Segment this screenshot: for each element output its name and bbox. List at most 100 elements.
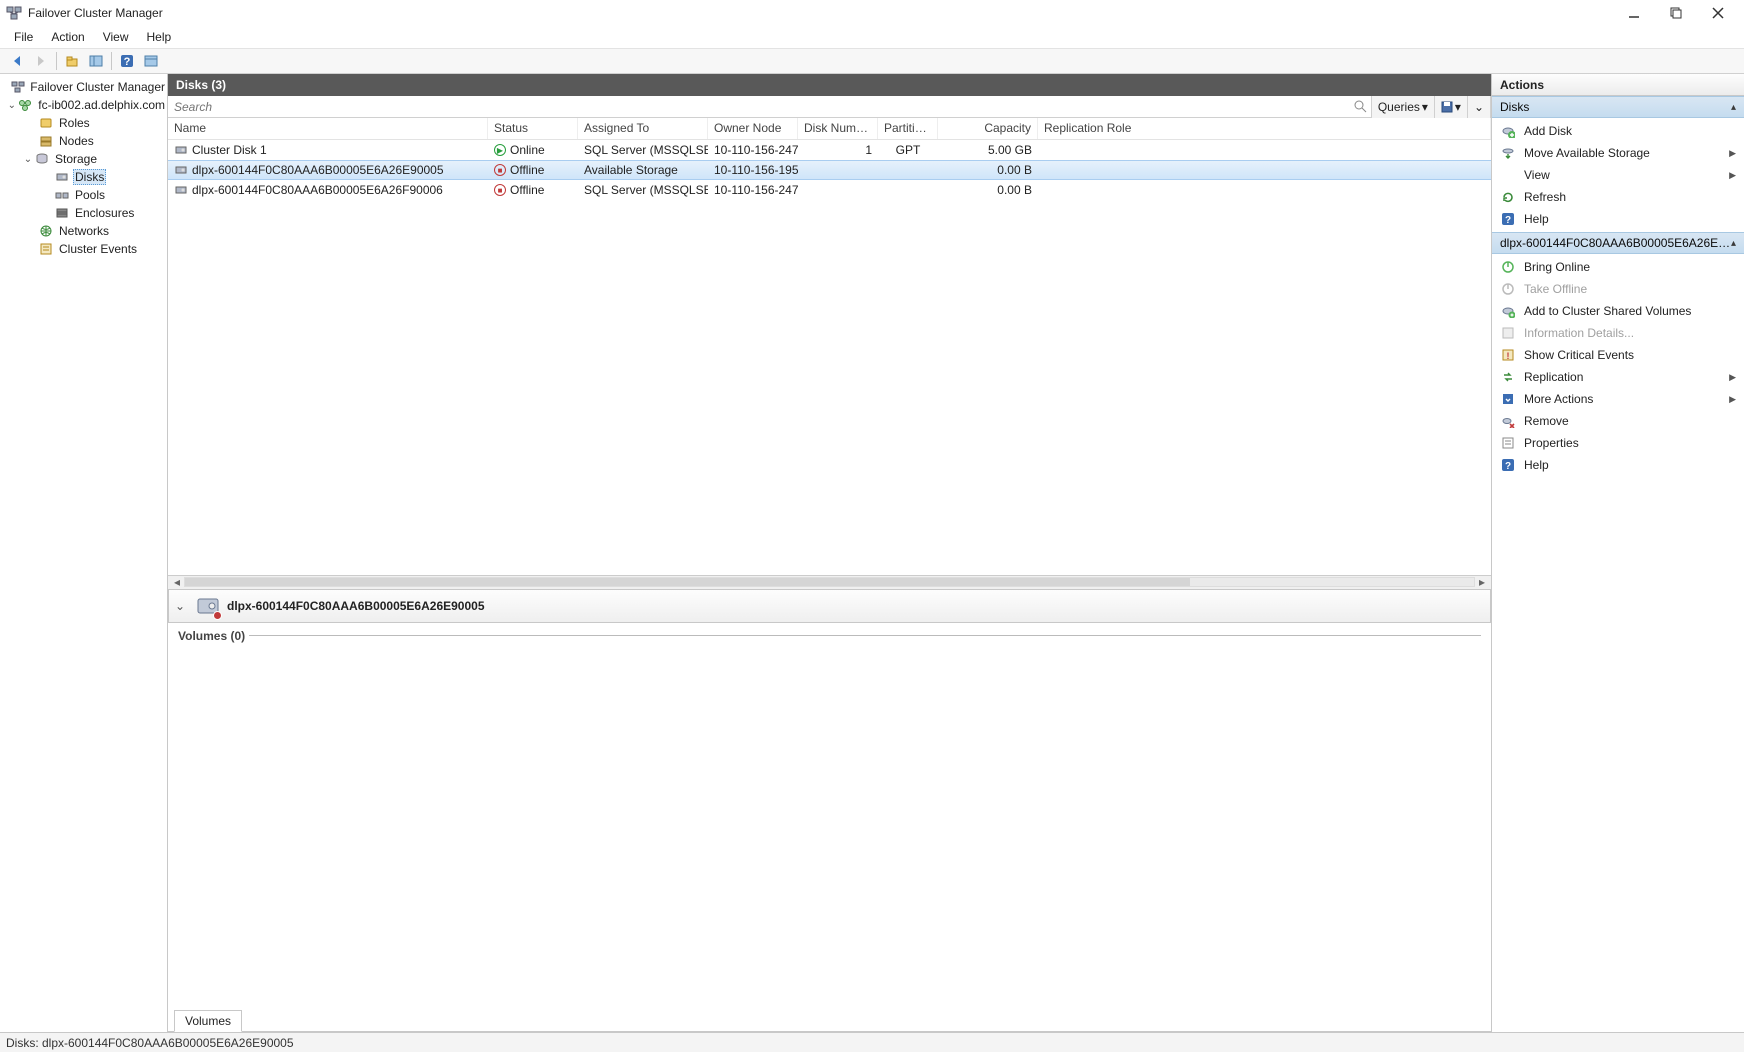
col-ps[interactable]: Partition Style bbox=[878, 118, 938, 139]
action-more-actions[interactable]: More Actions ▶ bbox=[1492, 388, 1744, 410]
cluster-manager-icon bbox=[11, 79, 25, 95]
tree-pane: Failover Cluster Manager ⌄ fc-ib002.ad.d… bbox=[0, 74, 168, 1032]
twisty-expanded-icon[interactable]: ⌄ bbox=[6, 100, 18, 111]
action-bring-online[interactable]: Bring Online bbox=[1492, 256, 1744, 278]
scroll-track[interactable] bbox=[184, 577, 1475, 587]
app-icon bbox=[6, 5, 22, 21]
action-view[interactable]: View ▶ bbox=[1492, 164, 1744, 186]
disk-row[interactable]: dlpx-600144F0C80AAA6B00005E6A26F90006■Of… bbox=[168, 180, 1491, 200]
center-pane: Disks (3) Queries ▾ ▾ ⌄ bbox=[168, 74, 1492, 1032]
action-remove[interactable]: Remove bbox=[1492, 410, 1744, 432]
tree-storage[interactable]: ⌄ Storage bbox=[0, 150, 167, 168]
actions-group-disks[interactable]: Disks ▴ bbox=[1492, 96, 1744, 118]
action-label: Remove bbox=[1524, 414, 1569, 428]
collapse-icon[interactable]: ▴ bbox=[1731, 238, 1736, 249]
assigned-cell: Available Storage bbox=[578, 163, 708, 177]
horizontal-scrollbar[interactable]: ◂ ▸ bbox=[168, 575, 1491, 589]
expand-query-button[interactable]: ⌄ bbox=[1468, 96, 1491, 118]
scroll-left-arrow[interactable]: ◂ bbox=[170, 575, 184, 589]
tree-label: Pools bbox=[73, 188, 107, 202]
back-button[interactable] bbox=[6, 50, 28, 72]
tree-networks[interactable]: Networks bbox=[0, 222, 167, 240]
disk-icon bbox=[174, 183, 188, 197]
window-title: Failover Cluster Manager bbox=[28, 6, 163, 20]
cluster-icon bbox=[18, 97, 34, 113]
tree-enclosures[interactable]: Enclosures bbox=[0, 204, 167, 222]
maximize-button[interactable] bbox=[1662, 3, 1690, 23]
actions-group-selected[interactable]: dlpx-600144F0C80AAA6B00005E6A26E90005 ▴ bbox=[1492, 232, 1744, 254]
col-status[interactable]: Status bbox=[488, 118, 578, 139]
col-capacity[interactable]: Capacity bbox=[938, 118, 1038, 139]
twisty-expanded-icon[interactable]: ⌄ bbox=[22, 154, 34, 165]
assigned-cell: SQL Server (MSSQLSERV... bbox=[578, 143, 708, 157]
chevron-down-icon[interactable]: ⌄ bbox=[175, 599, 189, 613]
action-label: Properties bbox=[1524, 436, 1579, 450]
collapse-icon[interactable]: ▴ bbox=[1731, 102, 1736, 113]
col-disknum[interactable]: Disk Number bbox=[798, 118, 878, 139]
tree-disks[interactable]: Disks bbox=[0, 168, 167, 186]
action-replication[interactable]: Replication ▶ bbox=[1492, 366, 1744, 388]
menu-file[interactable]: File bbox=[6, 28, 41, 46]
view-icon bbox=[1500, 167, 1516, 183]
action-move-storage[interactable]: Move Available Storage ▶ bbox=[1492, 142, 1744, 164]
tree-label: Networks bbox=[57, 224, 111, 238]
disk-row[interactable]: dlpx-600144F0C80AAA6B00005E6A26E90005■Of… bbox=[168, 160, 1491, 180]
action-show-critical-events[interactable]: ! Show Critical Events bbox=[1492, 344, 1744, 366]
up-button[interactable] bbox=[61, 50, 83, 72]
tree-roles[interactable]: Roles bbox=[0, 114, 167, 132]
menu-help[interactable]: Help bbox=[139, 28, 180, 46]
search-box bbox=[168, 97, 1371, 117]
col-name[interactable]: Name bbox=[168, 118, 488, 139]
add-csv-icon bbox=[1500, 303, 1516, 319]
queries-dropdown[interactable]: Queries ▾ bbox=[1372, 96, 1435, 118]
disk-icon bbox=[174, 163, 188, 177]
tree-cluster[interactable]: ⌄ fc-ib002.ad.delphix.com bbox=[0, 96, 167, 114]
main: Failover Cluster Manager ⌄ fc-ib002.ad.d… bbox=[0, 74, 1744, 1032]
disk-row[interactable]: Cluster Disk 1▶OnlineSQL Server (MSSQLSE… bbox=[168, 140, 1491, 160]
help-button[interactable]: ? bbox=[116, 50, 138, 72]
submenu-arrow-icon: ▶ bbox=[1729, 394, 1736, 405]
col-assigned[interactable]: Assigned To bbox=[578, 118, 708, 139]
search-icon[interactable] bbox=[1353, 99, 1367, 113]
tree-pools[interactable]: Pools bbox=[0, 186, 167, 204]
search-input[interactable] bbox=[168, 97, 1371, 117]
scroll-right-arrow[interactable]: ▸ bbox=[1475, 575, 1489, 589]
tab-volumes[interactable]: Volumes bbox=[174, 1010, 242, 1032]
capacity-cell: 5.00 GB bbox=[938, 143, 1038, 157]
action-help2[interactable]: ? Help bbox=[1492, 454, 1744, 476]
action-label: Move Available Storage bbox=[1524, 146, 1650, 160]
menu-view[interactable]: View bbox=[95, 28, 137, 46]
scroll-thumb[interactable] bbox=[185, 578, 1190, 586]
toolbar: ? bbox=[0, 48, 1744, 74]
details-name: dlpx-600144F0C80AAA6B00005E6A26E90005 bbox=[227, 599, 485, 613]
col-replication[interactable]: Replication Role bbox=[1038, 118, 1491, 139]
action-add-csv[interactable]: Add to Cluster Shared Volumes bbox=[1492, 300, 1744, 322]
close-button[interactable] bbox=[1704, 3, 1732, 23]
tree-label: fc-ib002.ad.delphix.com bbox=[36, 98, 167, 112]
tree-nodes[interactable]: Nodes bbox=[0, 132, 167, 150]
minimize-button[interactable] bbox=[1620, 3, 1648, 23]
action-label: Refresh bbox=[1524, 190, 1566, 204]
action-add-disk[interactable]: Add Disk bbox=[1492, 120, 1744, 142]
action-refresh[interactable]: Refresh bbox=[1492, 186, 1744, 208]
tree-root[interactable]: Failover Cluster Manager bbox=[0, 78, 167, 96]
show-hide-button[interactable] bbox=[85, 50, 107, 72]
critical-events-icon: ! bbox=[1500, 347, 1516, 363]
tree-cluster-events[interactable]: Cluster Events bbox=[0, 240, 167, 258]
owner-cell: 10-110-156-247 bbox=[708, 143, 798, 157]
move-storage-icon bbox=[1500, 145, 1516, 161]
volumes-header-label: Volumes (0) bbox=[178, 629, 245, 643]
refresh-button[interactable] bbox=[140, 50, 162, 72]
save-query-button[interactable]: ▾ bbox=[1435, 96, 1468, 118]
status-icon: ■ bbox=[494, 184, 506, 196]
col-owner[interactable]: Owner Node bbox=[708, 118, 798, 139]
capacity-cell: 0.00 B bbox=[938, 163, 1038, 177]
forward-button[interactable] bbox=[30, 50, 52, 72]
action-properties[interactable]: Properties bbox=[1492, 432, 1744, 454]
menu-action[interactable]: Action bbox=[43, 28, 92, 46]
action-help[interactable]: ? Help bbox=[1492, 208, 1744, 230]
disks-icon bbox=[54, 169, 70, 185]
tree-label: Nodes bbox=[57, 134, 96, 148]
actions-group-label: dlpx-600144F0C80AAA6B00005E6A26E90005 bbox=[1500, 236, 1731, 250]
submenu-arrow-icon: ▶ bbox=[1729, 148, 1736, 159]
